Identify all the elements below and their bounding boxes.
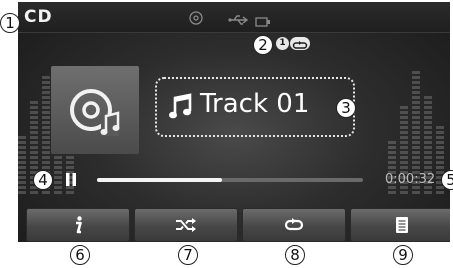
repeat-icon: [290, 37, 310, 50]
status-bar: CD: [18, 2, 450, 33]
callout-8: 8: [285, 245, 305, 265]
pause-icon[interactable]: [64, 172, 78, 191]
info-button[interactable]: [26, 208, 130, 242]
disc-icon: [189, 10, 203, 29]
elapsed-time: 0:00:32: [385, 172, 436, 187]
repeat-one-indicator: 1: [276, 37, 312, 50]
callout-4: 4: [33, 170, 53, 190]
cd-player-screen: CD 1 Track 01 0:00:32: [18, 2, 450, 242]
callout-9: 9: [393, 245, 413, 265]
usb-icon: [228, 11, 250, 30]
track-info-box[interactable]: Track 01: [155, 77, 355, 137]
repeat-count-badge: 1: [276, 37, 289, 50]
list-button[interactable]: [350, 208, 450, 242]
callout-1: 1: [0, 13, 20, 33]
progress-bar[interactable]: [97, 178, 363, 182]
shuffle-button[interactable]: [134, 208, 238, 242]
progress-fill: [97, 178, 223, 182]
music-note-icon: [169, 92, 193, 124]
callout-2: 2: [253, 35, 273, 55]
battery-icon: [255, 12, 271, 31]
repeat-button[interactable]: [242, 208, 346, 242]
callout-3: 3: [336, 98, 356, 118]
disc-music-note-icon: [51, 66, 139, 158]
track-title: Track 01: [200, 89, 310, 119]
callout-6: 6: [70, 245, 90, 265]
callout-7: 7: [178, 245, 198, 265]
album-art: [51, 66, 139, 154]
mode-label: CD: [24, 7, 53, 27]
